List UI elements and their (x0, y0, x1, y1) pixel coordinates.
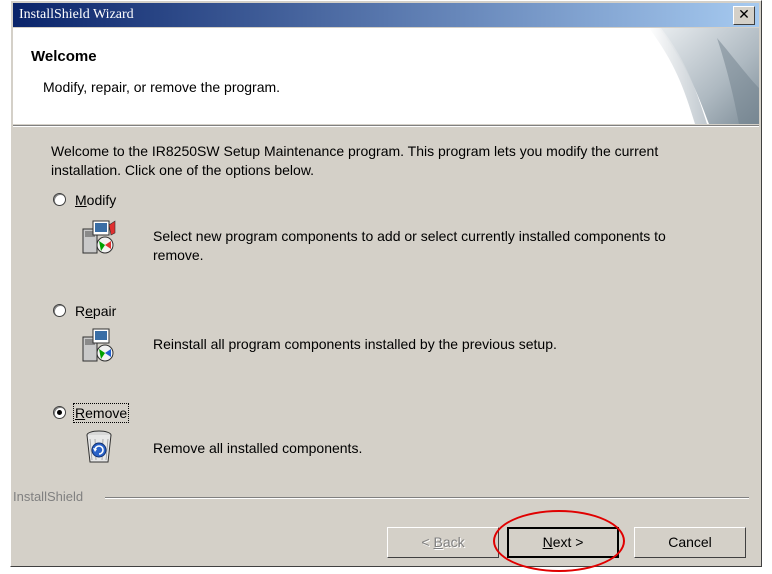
radio-selected-dot (57, 410, 62, 415)
title-bar[interactable]: InstallShield Wizard ✕ (13, 3, 759, 27)
header-decoration-icon (649, 28, 759, 124)
installshield-wizard-window: InstallShield Wizard ✕ Welcome Modify, r… (10, 0, 762, 567)
back-label-prefix: < (421, 534, 434, 550)
modify-description: Select new program components to add or … (153, 228, 666, 263)
repair-components-icon (82, 328, 114, 362)
window-title: InstallShield Wizard (19, 7, 134, 22)
close-icon: ✕ (738, 7, 750, 23)
modify-radio[interactable] (53, 193, 66, 206)
back-label-mnemonic: B (433, 534, 443, 550)
header-subtitle: Modify, repair, or remove the program. (43, 79, 281, 95)
remove-label[interactable]: Remove (72, 403, 130, 423)
intro-text: Welcome to the IR8250SW Setup Maintenanc… (51, 143, 659, 178)
installshield-brand-label: InstallShield (13, 489, 88, 504)
recycle-bin-icon (86, 430, 112, 463)
modify-label-mnemonic: M (75, 192, 87, 208)
modify-label[interactable]: Modify (75, 192, 116, 208)
remove-description: Remove all installed components. (153, 440, 363, 456)
repair-radio[interactable] (53, 304, 66, 317)
modify-components-icon (82, 220, 116, 254)
header-title: Welcome (31, 48, 97, 65)
repair-label-prefix: R (75, 303, 86, 319)
brand-divider (105, 497, 749, 499)
wizard-header: Welcome Modify, repair, or remove the pr… (13, 28, 759, 124)
header-separator (13, 125, 759, 127)
remove-label-mnemonic: R (75, 405, 86, 421)
repair-description: Reinstall all program components install… (153, 336, 557, 352)
repair-label[interactable]: Repair (75, 303, 116, 319)
remove-radio[interactable] (53, 406, 66, 419)
back-label-rest: ack (442, 534, 465, 550)
modify-label-rest: odify (86, 192, 117, 208)
repair-label-mnemonic: e (85, 303, 93, 319)
annotation-oval (493, 510, 625, 572)
cancel-button[interactable]: Cancel (634, 527, 746, 558)
back-button[interactable]: < Back (387, 527, 499, 558)
repair-label-rest: pair (92, 303, 117, 319)
close-button[interactable]: ✕ (733, 6, 755, 25)
remove-label-rest: emove (85, 405, 128, 421)
